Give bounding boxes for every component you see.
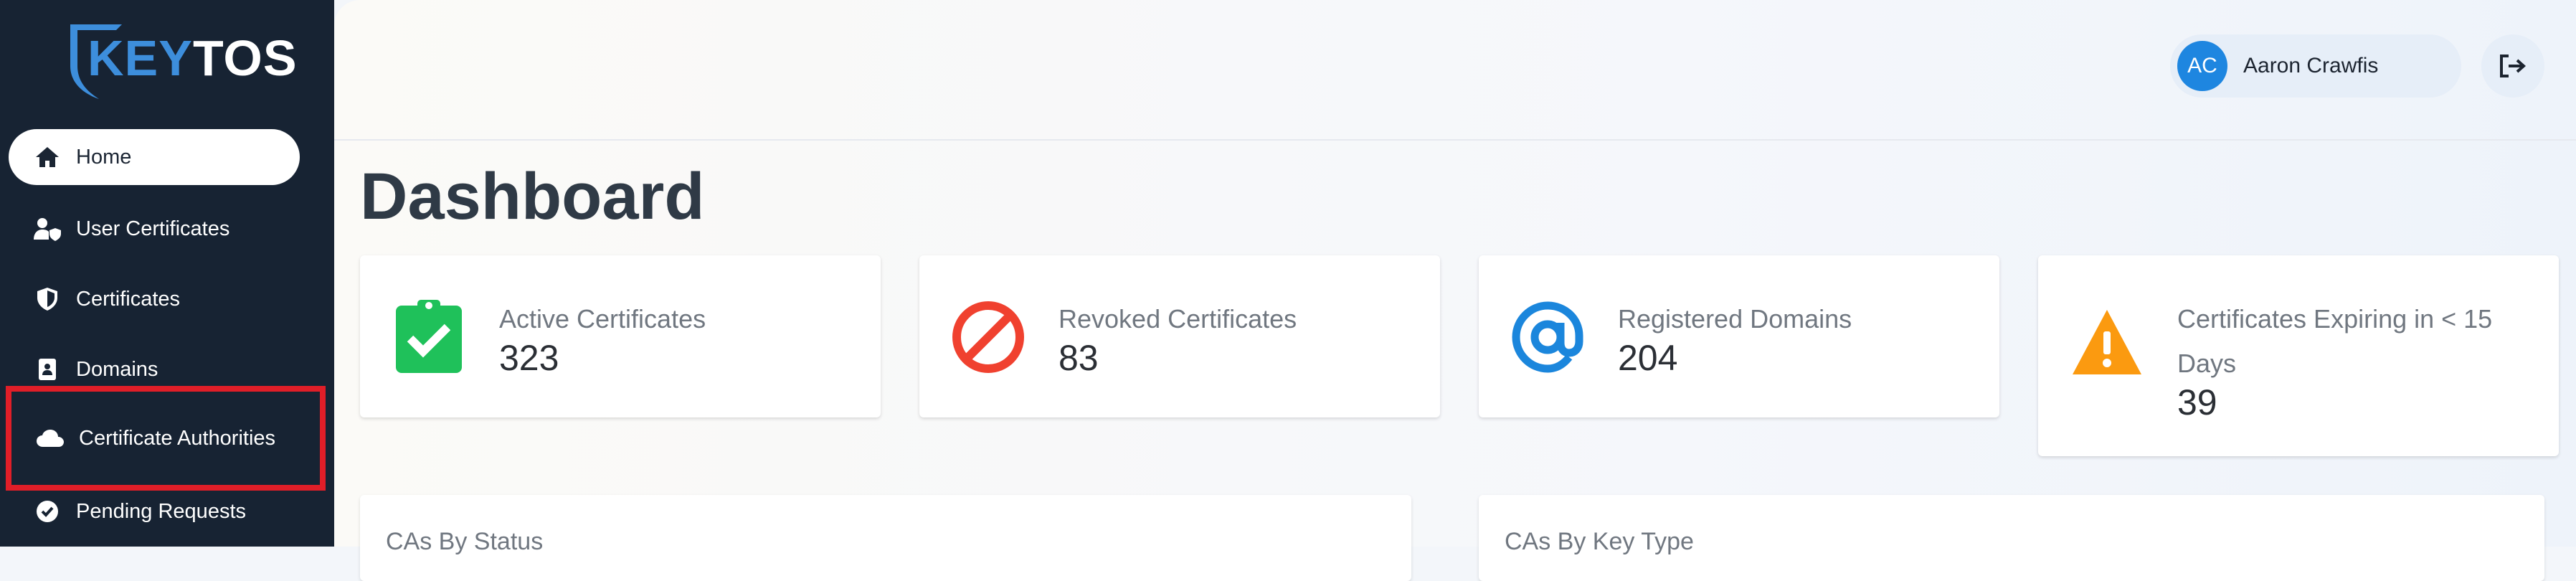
top-bar: AC Aaron Crawfis [334, 0, 2576, 141]
avatar: AC [2177, 41, 2227, 91]
stat-value: 39 [2177, 382, 2217, 422]
logout-button[interactable] [2481, 34, 2544, 98]
stat-label: Certificates Expiring in < 15 Days [2177, 304, 2493, 378]
panel-title: CAs By Status [386, 528, 544, 555]
page-title: Dashboard [360, 160, 705, 233]
stat-card-active-certificates[interactable]: Active Certificates 323 [360, 255, 881, 417]
address-book-icon [33, 355, 62, 384]
user-menu[interactable]: AC Aaron Crawfis [2170, 34, 2461, 98]
sidebar-item-pending-requests[interactable]: Pending Requests [9, 483, 300, 539]
logo-wordmark: KEYTOS [87, 30, 298, 86]
shield-icon [33, 285, 62, 313]
home-icon [33, 143, 62, 171]
user-name: Aaron Crawfis [2243, 54, 2379, 77]
check-circle-icon [33, 497, 62, 526]
panel-cas-by-status: CAs By Status [360, 495, 1411, 581]
clipboard-check-icon [396, 300, 462, 373]
stat-label: Revoked Certificates [1059, 304, 1297, 334]
sidebar-item-certificate-authorities[interactable]: Certificate Authorities [6, 386, 326, 491]
sidebar-item-label: Domains [76, 357, 158, 381]
sidebar-item-home[interactable]: Home [9, 129, 300, 185]
logout-icon [2500, 55, 2527, 77]
sidebar: KEYTOS Home User Certificates Certificat… [0, 0, 334, 547]
ban-icon [952, 301, 1024, 373]
panel-title: CAs By Key Type [1505, 528, 1694, 555]
panel-cas-by-key-type: CAs By Key Type [1479, 495, 2544, 581]
sidebar-item-label: Certificates [76, 287, 181, 311]
sidebar-item-label: Certificate Authorities [79, 426, 276, 450]
stat-card-registered-domains[interactable]: Registered Domains 204 [1479, 255, 1999, 417]
sidebar-item-label: User Certificates [76, 217, 230, 240]
stat-label: Registered Domains [1618, 304, 1852, 334]
stat-value: 204 [1618, 338, 1678, 378]
stat-value: 323 [499, 338, 559, 378]
main-content: AC Aaron Crawfis Dashboard Active Certif… [334, 0, 2576, 581]
cloud-icon [36, 424, 65, 453]
sidebar-item-certificates[interactable]: Certificates [9, 271, 300, 327]
sidebar-item-label: Home [76, 145, 132, 169]
warning-icon [2073, 310, 2141, 374]
stat-card-revoked-certificates[interactable]: Revoked Certificates 83 [919, 255, 1440, 417]
sidebar-item-label: Pending Requests [76, 499, 246, 523]
sidebar-item-user-certificates[interactable]: User Certificates [9, 201, 300, 257]
stat-label: Active Certificates [499, 304, 706, 334]
stat-card-expiring-certificates[interactable]: Certificates Expiring in < 15 Days 39 [2038, 255, 2559, 456]
at-icon [1512, 301, 1583, 373]
stat-value: 83 [1059, 338, 1099, 378]
keytos-logo[interactable]: KEYTOS [66, 20, 297, 105]
user-shield-icon [33, 214, 62, 243]
